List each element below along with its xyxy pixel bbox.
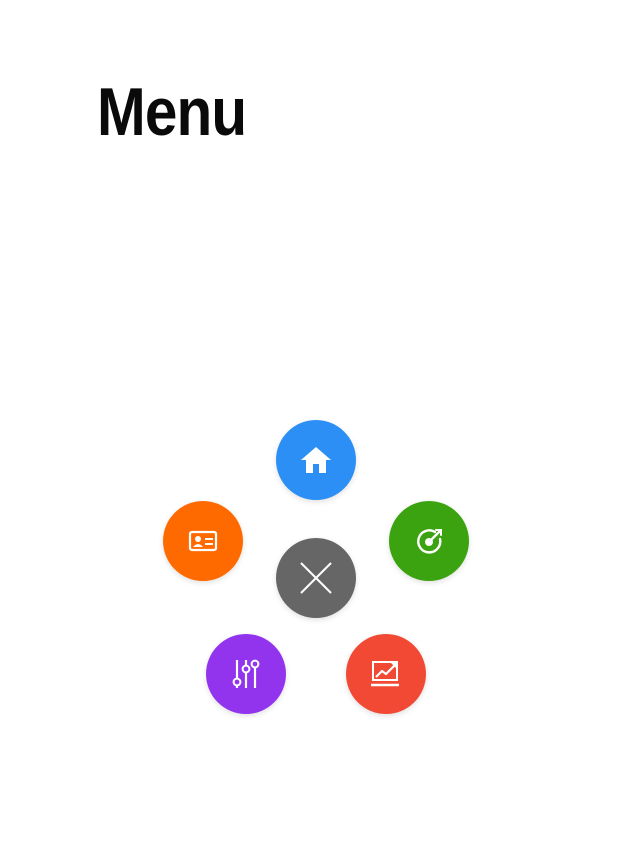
target-button[interactable] [389,501,469,581]
sliders-icon [232,659,260,688]
id-card-icon [188,530,218,552]
target-icon [417,529,442,554]
profile-button[interactable] [163,501,243,581]
home-button[interactable] [276,420,356,500]
home-icon [301,447,331,473]
close-menu-button[interactable] [276,538,356,618]
stats-button[interactable] [346,634,426,714]
trend-chart-icon [371,661,399,687]
radial-menu [0,0,626,841]
settings-button[interactable] [206,634,286,714]
close-icon [300,562,332,594]
